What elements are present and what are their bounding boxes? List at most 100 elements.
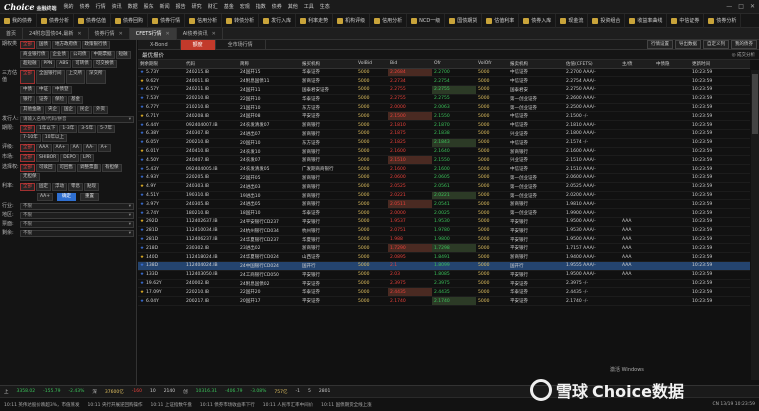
news-item[interactable]: 10:11 上证指数午盘 (146, 402, 195, 408)
column-header[interactable]: VolBid (356, 60, 388, 69)
menu-item[interactable]: 股东 (141, 3, 157, 10)
toolbar-button[interactable]: 估值利率 (482, 13, 520, 28)
panel-action-button[interactable]: 我的债券 (731, 40, 757, 49)
column-header[interactable]: 代码 (184, 60, 238, 69)
menu-item[interactable]: 研究 (189, 3, 205, 10)
filter-option[interactable]: 地方政府债 (52, 41, 81, 49)
filter-option[interactable]: 全部 (20, 144, 35, 152)
table-row[interactable]: ★ 281D 112410034.IB 24杭州银行CD034 杭州银行 5000 2.07… (138, 226, 750, 236)
toolbar-button[interactable]: 信用分析 (185, 13, 223, 28)
toolbar-button[interactable]: 现金流 (556, 13, 589, 28)
column-header[interactable]: 报卖机构 (508, 60, 564, 69)
toolbar-button[interactable]: 中信证券 (667, 13, 705, 28)
filter-option[interactable]: 其他金融 (20, 106, 44, 114)
filter-option[interactable]: 1年以下 (36, 125, 59, 133)
column-header[interactable]: 报买机构 (300, 60, 356, 69)
panel-action-button[interactable]: 导出数据 (675, 40, 701, 49)
filter-option[interactable]: AAA (36, 144, 52, 152)
filter-option[interactable]: 上交所 (65, 70, 85, 84)
tab-item[interactable]: 首页 (0, 27, 24, 40)
star-icon[interactable]: ★ (140, 131, 144, 136)
news-item[interactable]: 10:11 央行开展逆回购操作 (84, 402, 147, 408)
filter-option[interactable]: PPN (40, 60, 56, 68)
news-item[interactable]: 10:11 英伟达股价跌超3%，市值蒸发 (0, 402, 84, 408)
filter-option[interactable]: 短融 (115, 51, 131, 59)
filter-option[interactable]: 10年以上 (41, 134, 67, 142)
star-icon[interactable]: ★ (140, 272, 144, 277)
filter-option[interactable]: 银行 (20, 96, 35, 104)
toolbar-button[interactable]: 债券分析 (704, 13, 742, 28)
filter-option[interactable]: 全部 (20, 70, 35, 84)
select-dropdown[interactable]: 不限 (20, 203, 134, 210)
filter-option[interactable]: 贴现 (84, 183, 99, 191)
filter-option[interactable]: 零息 (68, 183, 83, 191)
maximize-icon[interactable]: □ (738, 3, 744, 10)
table-row[interactable]: ★ 9.62Y 240011.IB 24附息国债11 浙商证券 5000 2.2734 2.2… (138, 76, 750, 87)
table-row[interactable]: ★ 138D 112404024.IB 24中国银行CD024 国开行 5000 2.1 1.… (138, 261, 750, 271)
menu-item[interactable]: 基金 (221, 3, 237, 10)
news-item[interactable]: 10:11 债券市场收益率下行 (196, 402, 259, 408)
filter-option[interactable]: 可回售 (56, 164, 76, 172)
table-row[interactable]: ★ 4.93Y 220205.IB 22国开05 浙商银行 5000 2.0600 2.060… (138, 173, 750, 183)
sub-tab[interactable]: 额度 (180, 39, 216, 50)
table-row[interactable]: ★ 6.57Y 240211.IB 24国开11 国泰君安证券 5000 2.2755 2.2… (138, 85, 750, 95)
menu-item[interactable]: 报告 (173, 3, 189, 10)
menu-item[interactable]: 债券 (269, 3, 285, 10)
close-icon[interactable]: ✕ (212, 31, 216, 37)
table-row[interactable]: ★ 292D 112402637.IB 24平安银行CD237 平安银行 5000 1.95… (138, 217, 750, 227)
menu-item[interactable]: 新闻 (157, 3, 173, 10)
panel-action-button[interactable]: 行情设置 (647, 40, 673, 49)
filter-option[interactable]: 基金 (68, 96, 83, 104)
minimize-icon[interactable]: — (726, 3, 732, 10)
panel-action-button[interactable]: 自定义列 (703, 40, 729, 49)
column-header[interactable]: 中债隐 (654, 60, 690, 69)
trade-analysis-link[interactable]: ◎ 成交分析 (732, 52, 755, 58)
filter-option[interactable]: 全部 (20, 154, 35, 162)
star-icon[interactable]: ★ (140, 87, 144, 92)
tab-item[interactable]: 24附息国债04,最新 ✕ (23, 27, 89, 40)
column-header[interactable]: Ofr (432, 60, 476, 69)
menu-item[interactable]: 指数 (253, 3, 269, 10)
filter-option[interactable]: AA+ (52, 144, 69, 152)
filter-option[interactable]: 公司债 (70, 51, 90, 59)
star-icon[interactable]: ★ (140, 263, 144, 268)
filter-option[interactable]: 超短融 (20, 60, 40, 68)
star-icon[interactable]: ★ (140, 149, 144, 154)
tab-item[interactable]: 债券行情 ✕ (89, 27, 130, 40)
toolbar-button[interactable]: 利率走势 (296, 13, 334, 28)
column-header[interactable]: 剩余期限 (138, 60, 184, 69)
column-header[interactable]: Bid (388, 60, 432, 69)
star-icon[interactable]: ★ (140, 167, 144, 172)
filter-option[interactable]: 7-10年 (20, 134, 41, 142)
star-icon[interactable]: ★ (140, 114, 144, 119)
news-item[interactable]: 10:11 人民币汇率中间价 (259, 402, 317, 408)
filter-option[interactable]: AA (69, 144, 82, 152)
filter-option[interactable]: 政策银行债 (81, 41, 110, 49)
toolbar-button[interactable]: 机构评级 (333, 13, 371, 28)
filter-option[interactable]: 保险 (52, 96, 67, 104)
star-icon[interactable]: ★ (140, 96, 144, 101)
star-icon[interactable]: ★ (140, 237, 144, 242)
toolbar-button[interactable]: 我的债券 (0, 13, 38, 28)
filter-option[interactable]: 5-7年 (97, 125, 115, 133)
menu-item[interactable]: 其他 (285, 3, 301, 10)
table-row[interactable]: ★ 6.44Y 092404007.IB 24农发清发07 浙商银行 5000 2.1810… (138, 120, 750, 131)
select-dropdown[interactable]: 不限 (20, 212, 134, 219)
toolbar-button[interactable]: NCD一级 (407, 13, 446, 28)
sub-tab[interactable]: 全市场行情 (216, 39, 266, 50)
table-row[interactable]: ★ 3.74Y 180210.IB 18国开10 华泰证券 5000 2.0000 2.002… (138, 208, 750, 219)
filter-option[interactable]: 中债 (20, 86, 35, 94)
toolbar-button[interactable]: 投资组合 (588, 13, 626, 28)
confirm-button[interactable]: 确定 (57, 193, 77, 201)
menu-item[interactable]: 数据 (125, 3, 141, 10)
star-icon[interactable]: ★ (140, 105, 144, 110)
issuer-input[interactable]: 请输入名称/代码/拼音 (20, 116, 134, 123)
star-icon[interactable]: ★ (140, 255, 144, 260)
table-row[interactable]: ★ 133D 112403050.IB 24工商银行CD050 平安银行 5000 2.03… (138, 270, 750, 280)
star-icon[interactable]: ★ (140, 193, 144, 198)
star-icon[interactable]: ★ (140, 70, 144, 75)
toolbar-button[interactable]: 债券回购 (111, 13, 149, 28)
tab-item[interactable]: CFETS行情 ✕ (129, 27, 177, 40)
filter-option[interactable]: 证券 (36, 96, 51, 104)
toolbar-button[interactable]: 债券分析 (37, 13, 75, 28)
